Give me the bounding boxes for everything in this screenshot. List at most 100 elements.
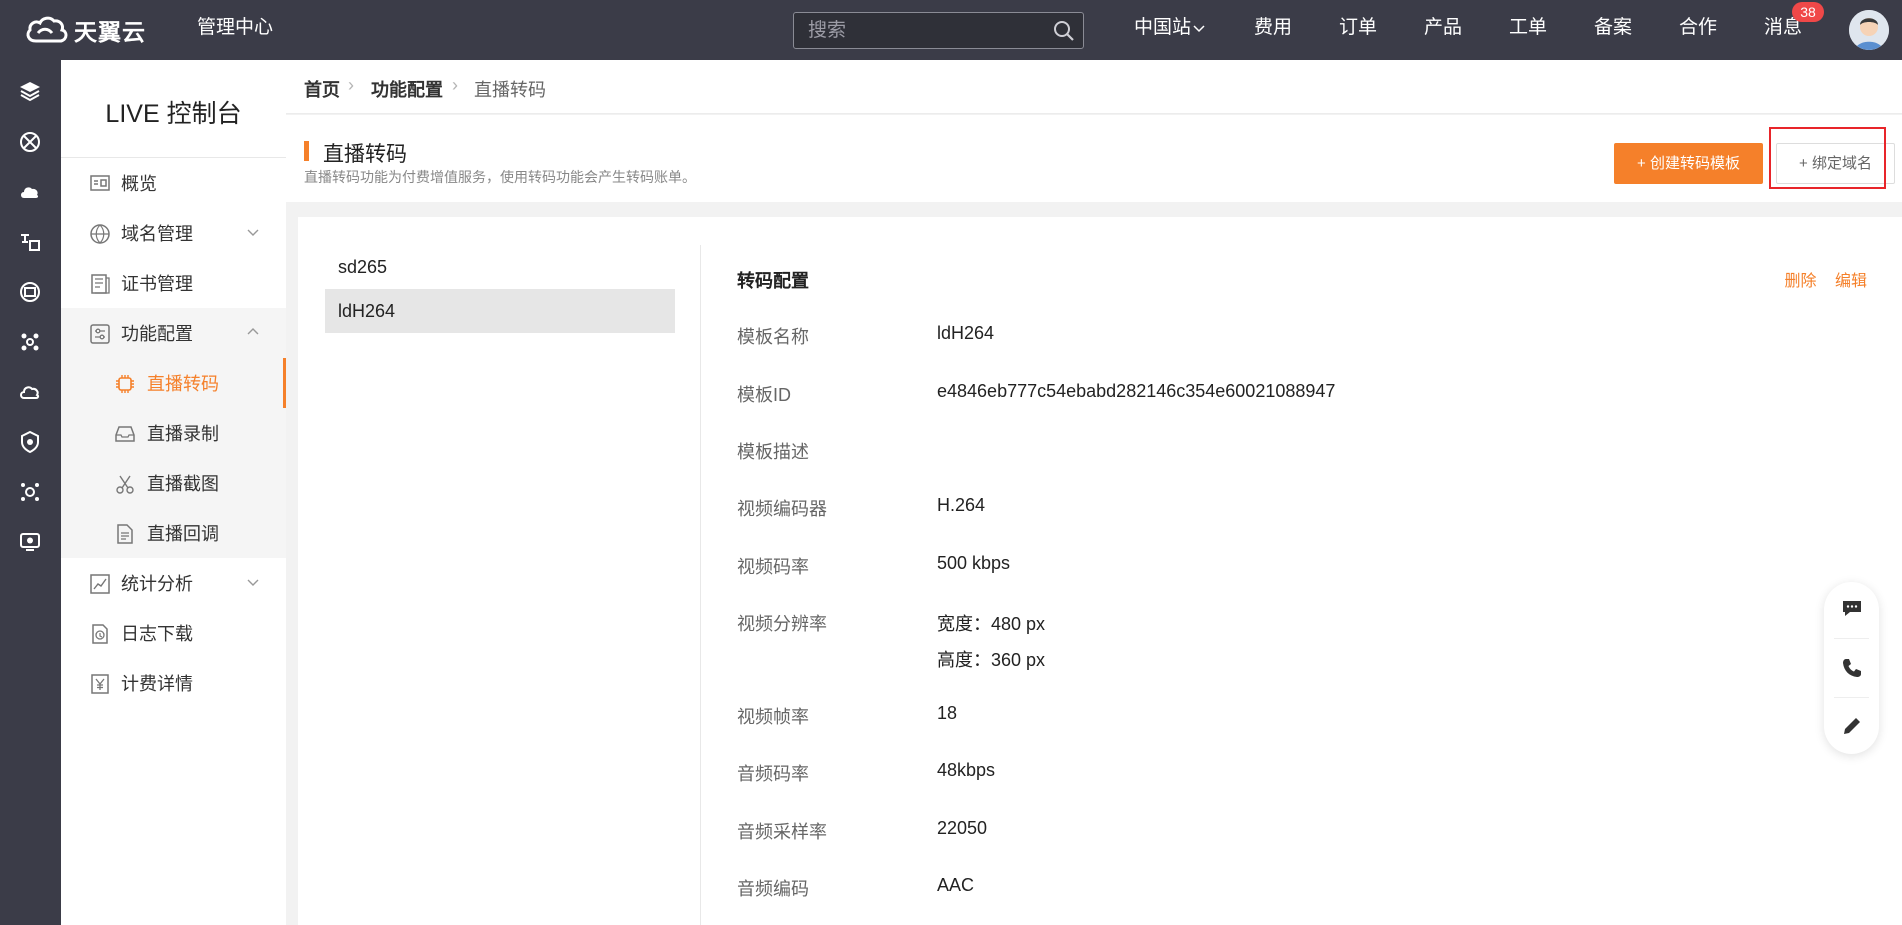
sidebar-item-label: 日志下载 bbox=[121, 624, 193, 644]
nav-tickets[interactable]: 工单 bbox=[1509, 0, 1547, 56]
template-list: sd265 ldH264 bbox=[325, 245, 675, 333]
breadcrumb-separator: › bbox=[348, 75, 354, 95]
field-value: 22050 bbox=[937, 818, 988, 838]
message-count-badge: 38 bbox=[1792, 2, 1824, 22]
chevron-down-icon bbox=[247, 229, 259, 236]
avatar-icon bbox=[1849, 10, 1889, 50]
sidebar-item-live-transcode[interactable]: 直播转码 bbox=[61, 358, 286, 408]
scissors-icon bbox=[116, 475, 134, 494]
monitor-icon[interactable] bbox=[18, 530, 42, 554]
brand-logo[interactable]: 天翼云 bbox=[24, 10, 146, 50]
sidebar-item-label: 域名管理 bbox=[121, 224, 193, 244]
cluster-icon[interactable] bbox=[18, 480, 42, 504]
cloud-icon[interactable] bbox=[18, 180, 42, 204]
sidebar-item-label: 直播转码 bbox=[147, 374, 219, 394]
field-value-height: 高度：360 px bbox=[937, 650, 1046, 670]
sidebar-item-statistics[interactable]: 统计分析 bbox=[61, 558, 286, 608]
search-box[interactable]: 搜索 bbox=[793, 12, 1084, 49]
delete-link[interactable]: 删除 bbox=[1785, 273, 1817, 290]
layers-icon[interactable] bbox=[18, 79, 42, 103]
phone-icon[interactable] bbox=[1840, 656, 1864, 680]
field-label: 音频编码 bbox=[737, 879, 809, 899]
sidebar-item-label: 概览 bbox=[121, 174, 157, 194]
field-label: 音频码率 bbox=[737, 764, 809, 784]
breadcrumb-home[interactable]: 首页 bbox=[304, 76, 340, 102]
title-accent-bar bbox=[304, 141, 309, 161]
transcode-config-detail: 转码配置 删除 编辑 模板名称 ldH264 模板ID e4846eb777c5… bbox=[737, 217, 1867, 925]
chat-icon[interactable] bbox=[1840, 596, 1864, 620]
region-label: 中国站 bbox=[1134, 17, 1192, 38]
log-download-icon bbox=[92, 624, 108, 644]
edit-pencil-icon[interactable] bbox=[1840, 714, 1864, 738]
region-dropdown[interactable]: 中国站 bbox=[1134, 0, 1205, 56]
field-label: 视频编码器 bbox=[737, 499, 827, 519]
sidebar-item-feature-config[interactable]: 功能配置 bbox=[61, 308, 286, 358]
nav-fees[interactable]: 费用 bbox=[1254, 0, 1292, 56]
nav-products[interactable]: 产品 bbox=[1424, 0, 1462, 56]
search-icon[interactable] bbox=[1053, 20, 1075, 42]
main-area: 首页 › 功能配置 › 直播转码 直播转码 直播转码功能为付费增值服务，使用转码… bbox=[286, 60, 1902, 925]
panel-divider bbox=[700, 245, 701, 925]
sidebar-item-live-recording[interactable]: 直播录制 bbox=[61, 408, 286, 458]
field-value: AAC bbox=[937, 875, 975, 895]
search-input[interactable]: 搜索 bbox=[808, 13, 846, 48]
template-item-sd265[interactable]: sd265 bbox=[325, 245, 675, 289]
sidebar-item-log-download[interactable]: 日志下载 bbox=[61, 608, 286, 658]
user-avatar[interactable] bbox=[1849, 10, 1889, 50]
yen-document-icon bbox=[91, 674, 109, 694]
detail-title: 转码配置 bbox=[737, 271, 809, 291]
management-center-link[interactable]: 管理中心 bbox=[197, 0, 273, 56]
network-icon[interactable] bbox=[18, 330, 42, 354]
translate-icon[interactable] bbox=[18, 230, 42, 254]
floating-help-toolbar bbox=[1824, 582, 1879, 754]
sidebar-item-live-screenshot[interactable]: 直播截图 bbox=[61, 458, 286, 508]
nav-orders[interactable]: 订单 bbox=[1339, 0, 1377, 56]
window-icon[interactable] bbox=[18, 280, 42, 304]
field-value: H.264 bbox=[937, 495, 986, 515]
transcode-content-panel: sd265 ldH264 转码配置 删除 编辑 模板名称 ldH264 模板ID… bbox=[298, 217, 1902, 925]
field-value: 500 kbps bbox=[937, 553, 1011, 573]
sidebar-item-certificate-management[interactable]: 证书管理 bbox=[61, 258, 286, 308]
field-value: 18 bbox=[937, 703, 958, 723]
bind-domain-button[interactable]: + 绑定域名 bbox=[1776, 143, 1895, 184]
shield-icon[interactable] bbox=[18, 430, 42, 454]
chevron-up-icon bbox=[247, 328, 259, 335]
sidebar-item-label: 直播录制 bbox=[147, 424, 219, 444]
field-value: 48kbps bbox=[937, 760, 996, 780]
sidebar-item-label: 直播截图 bbox=[147, 474, 219, 494]
globe-icon bbox=[90, 224, 110, 244]
console-sidebar: LIVE 控制台 概览 域名管理 证书管理 功能配置 直播转码 直播录制 直播截… bbox=[61, 60, 286, 925]
create-transcode-template-button[interactable]: + 创建转码模板 bbox=[1614, 143, 1763, 184]
edit-link[interactable]: 编辑 bbox=[1835, 273, 1867, 290]
product-icon-rail bbox=[0, 60, 61, 925]
detail-actions: 删除 编辑 bbox=[1771, 267, 1867, 291]
field-label: 模板名称 bbox=[737, 327, 809, 347]
page-header: 直播转码 直播转码功能为付费增值服务，使用转码功能会产生转码账单。 + 创建转码… bbox=[286, 115, 1902, 202]
page-title: 直播转码 bbox=[323, 143, 407, 166]
breadcrumb-current: 直播转码 bbox=[474, 80, 546, 100]
console-title: LIVE 控制台 bbox=[105, 100, 242, 128]
cloud-logo-icon bbox=[26, 16, 68, 43]
cloud-sync-icon[interactable] bbox=[18, 380, 42, 404]
nav-cooperation[interactable]: 合作 bbox=[1679, 0, 1717, 56]
sidebar-item-overview[interactable]: 概览 bbox=[61, 158, 286, 208]
template-item-ldh264[interactable]: ldH264 bbox=[325, 289, 675, 333]
overview-icon bbox=[90, 175, 110, 191]
field-label: 模板描述 bbox=[737, 442, 809, 462]
settings-panel-icon bbox=[90, 324, 110, 344]
breadcrumb-section[interactable]: 功能配置 bbox=[371, 76, 443, 102]
chip-icon bbox=[116, 375, 134, 393]
field-label: 模板ID bbox=[737, 385, 791, 405]
certificate-icon bbox=[91, 274, 110, 294]
chevron-down-icon bbox=[1193, 25, 1205, 33]
grid-icon[interactable] bbox=[18, 130, 42, 154]
field-value: ldH264 bbox=[937, 323, 995, 343]
toolbar-separator bbox=[1834, 638, 1869, 639]
sidebar-item-domain-management[interactable]: 域名管理 bbox=[61, 208, 286, 258]
nav-filing[interactable]: 备案 bbox=[1594, 0, 1632, 56]
sidebar-item-label: 功能配置 bbox=[121, 324, 193, 344]
sidebar-item-billing-details[interactable]: 计费详情 bbox=[61, 658, 286, 708]
sidebar-item-live-callback[interactable]: 直播回调 bbox=[61, 508, 286, 558]
document-icon bbox=[117, 524, 133, 544]
field-label: 音频采样率 bbox=[737, 822, 827, 842]
